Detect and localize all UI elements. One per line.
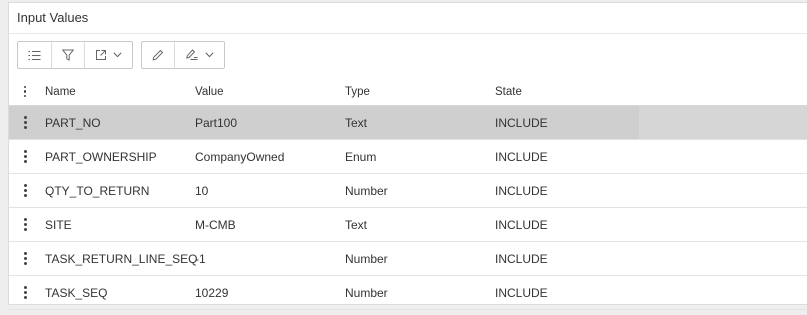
column-header-type[interactable]: Type: [345, 86, 370, 98]
cell-name: SITE: [45, 217, 72, 232]
kebab-icon: [23, 252, 27, 265]
toolbar-group-edit: [141, 41, 225, 69]
kebab-icon: [23, 116, 27, 129]
cell-type: Number: [345, 285, 388, 300]
cell-state: INCLUDE: [495, 285, 548, 300]
cell-value: CompanyOwned: [195, 149, 285, 164]
cell-name: TASK_SEQ: [45, 285, 108, 300]
cell-type: Text: [345, 217, 368, 232]
kebab-icon: [23, 286, 27, 299]
table-row[interactable]: TASK_RETURN_LINE_SEQ -1 Number INCLUDE: [9, 242, 807, 276]
cell-name: TASK_RETURN_LINE_SEQ: [45, 251, 198, 266]
column-header-state[interactable]: State: [495, 86, 522, 98]
cell-type: Enum: [345, 149, 377, 164]
column-menu-button[interactable]: [15, 85, 35, 98]
row-menu-button[interactable]: [15, 184, 35, 197]
input-values-panel: Input Values Name Value Type State PART_…: [8, 2, 807, 310]
chevron-down-icon: [113, 52, 122, 58]
column-list-button[interactable]: [18, 42, 52, 68]
cell-value: M-CMB: [195, 217, 236, 232]
cell-value: 10: [195, 183, 209, 198]
cell-type: Number: [345, 183, 388, 198]
cell-name: PART_NO: [45, 115, 101, 130]
pencil-icon: [152, 49, 164, 61]
toolbar-group-view: [17, 41, 133, 69]
export-button[interactable]: [85, 42, 132, 68]
title-divider: [9, 33, 807, 34]
kebab-icon: [23, 150, 27, 163]
bulk-edit-icon: [185, 49, 199, 61]
cell-state: INCLUDE: [495, 183, 548, 198]
table-row[interactable]: QTY_TO_RETURN 10 Number INCLUDE: [9, 174, 807, 208]
export-icon: [95, 49, 107, 61]
filter-icon: [62, 49, 74, 61]
input-values-table: Name Value Type State PART_NO Part100 Te…: [9, 78, 807, 310]
table-row[interactable]: TASK_SEQ 10229 Number INCLUDE: [9, 276, 807, 310]
list-icon: [28, 50, 41, 61]
table-row[interactable]: PART_OWNERSHIP CompanyOwned Enum INCLUDE: [9, 140, 807, 174]
edit-button[interactable]: [142, 42, 175, 68]
bulk-edit-button[interactable]: [175, 42, 224, 68]
cell-state: INCLUDE: [495, 115, 548, 130]
cell-value: -1: [195, 251, 206, 266]
cell-value: Part100: [195, 115, 238, 130]
row-menu-button[interactable]: [15, 116, 35, 129]
table-row[interactable]: SITE M-CMB Text INCLUDE: [9, 208, 807, 242]
cell-name: QTY_TO_RETURN: [45, 183, 150, 198]
row-menu-button[interactable]: [15, 252, 35, 265]
cell-type: Text: [345, 115, 368, 130]
chevron-down-icon: [205, 52, 214, 58]
table-row[interactable]: PART_NO Part100 Text INCLUDE: [9, 106, 807, 140]
toolbar: [17, 41, 225, 69]
column-header-value[interactable]: Value: [195, 86, 224, 98]
table-header-row: Name Value Type State: [9, 78, 807, 106]
cell-state: INCLUDE: [495, 217, 548, 232]
cell-name: PART_OWNERSHIP: [45, 149, 157, 164]
row-menu-button[interactable]: [15, 286, 35, 299]
cell-state: INCLUDE: [495, 251, 548, 266]
cell-state: INCLUDE: [495, 149, 548, 164]
kebab-icon: [23, 184, 27, 197]
panel-title: Input Values: [17, 10, 89, 25]
kebab-icon: [23, 85, 27, 98]
column-header-name[interactable]: Name: [45, 86, 76, 98]
filter-button[interactable]: [52, 42, 85, 68]
cell-value: 10229: [195, 285, 229, 300]
row-menu-button[interactable]: [15, 218, 35, 231]
row-menu-button[interactable]: [15, 150, 35, 163]
kebab-icon: [23, 218, 27, 231]
cell-type: Number: [345, 251, 388, 266]
